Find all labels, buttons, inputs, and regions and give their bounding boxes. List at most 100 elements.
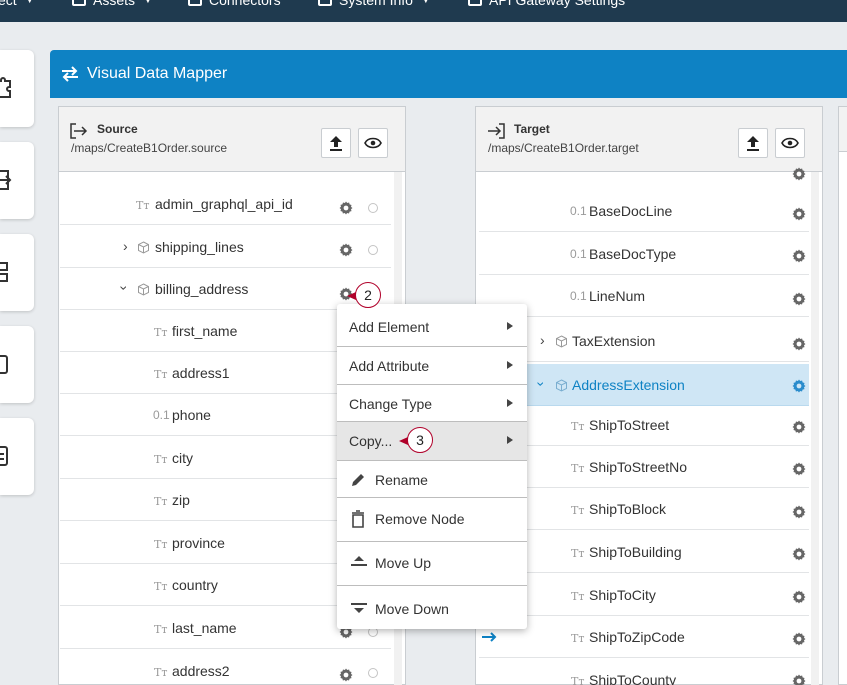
target-row-shiptoblock[interactable]: Tт ShipToBlock	[479, 488, 809, 530]
upload-icon	[747, 136, 759, 151]
tool-button-flow[interactable]	[0, 234, 34, 311]
menu-item-move-down[interactable]: Move Down	[337, 586, 527, 628]
tool-button-import[interactable]	[0, 142, 34, 219]
target-path: /maps/CreateB1Order.target	[488, 141, 639, 155]
gear-icon[interactable]	[791, 673, 807, 685]
top-nav-bar: ect ▼ Assets ▼ Connectors System Info ▼ API…	[0, 0, 847, 22]
source-title: Source	[97, 122, 138, 136]
nav-item-connectors[interactable]: Connectors	[188, 0, 281, 8]
target-scrollbar[interactable]	[811, 172, 819, 685]
gear-icon[interactable]	[791, 589, 807, 605]
menu-item-change-type[interactable]: Change Type	[337, 385, 527, 422]
gear-icon[interactable]	[338, 200, 354, 216]
nav-item-assets[interactable]: Assets ▼	[72, 0, 153, 8]
target-row-shiptozipcode[interactable]: Tт ShipToZipCode	[479, 616, 809, 658]
submenu-arrow-icon	[507, 436, 513, 444]
source-panel-header: Source /maps/CreateB1Order.source	[59, 107, 405, 172]
node-label: ShipToZipCode	[589, 629, 685, 645]
gear-icon[interactable]	[791, 206, 807, 222]
target-row-shiptocity[interactable]: Tт ShipToCity	[479, 574, 809, 616]
target-row-addressextension-selected[interactable]: › AddressExtension	[479, 364, 809, 406]
source-visibility-button[interactable]	[358, 128, 388, 158]
gear-icon[interactable]	[791, 291, 807, 307]
tool-button-calendar[interactable]	[0, 418, 34, 495]
node-label: country	[172, 577, 218, 593]
tool-button-puzzle[interactable]	[0, 50, 34, 127]
assets-icon	[72, 0, 86, 6]
gear-icon[interactable]	[791, 166, 807, 182]
target-row-basedoctype[interactable]: 0.1 BaseDocType	[479, 233, 809, 275]
number-type-icon: 0.1	[570, 289, 587, 303]
trash-icon	[352, 510, 364, 528]
object-cube-icon	[138, 283, 149, 296]
node-label: TaxExtension	[572, 333, 656, 349]
mapping-radio[interactable]	[368, 245, 378, 255]
gear-icon[interactable]	[791, 631, 807, 647]
gear-icon[interactable]	[791, 504, 807, 520]
node-label: admin_graphql_api_id	[155, 196, 293, 212]
nav-item-system-info[interactable]: System Info ▼	[318, 0, 431, 8]
submenu-arrow-icon	[507, 361, 513, 369]
menu-item-add-attribute[interactable]: Add Attribute	[337, 347, 527, 385]
number-type-icon: 0.1	[153, 408, 170, 422]
swap-arrows-icon	[62, 66, 78, 82]
context-menu: Add Element Add Attribute Change Type Co…	[337, 304, 527, 629]
gear-icon[interactable]	[791, 461, 807, 477]
menu-item-add-element[interactable]: Add Element	[337, 308, 527, 346]
text-type-icon: Tт	[571, 590, 585, 603]
mapping-radio[interactable]	[368, 668, 378, 678]
puzzle-icon	[0, 77, 11, 98]
chevron-down-icon[interactable]: ›	[116, 286, 132, 291]
side-panel-edge	[838, 106, 847, 685]
gear-icon[interactable]	[791, 378, 807, 394]
text-type-icon: Tт	[154, 580, 168, 593]
source-upload-button[interactable]	[321, 128, 351, 158]
text-type-icon: Tт	[154, 623, 168, 636]
object-cube-icon	[138, 241, 149, 254]
node-label: zip	[172, 492, 190, 508]
menu-item-remove-node[interactable]: Remove Node	[337, 498, 527, 540]
target-row-taxextension[interactable]: › TaxExtension	[479, 320, 809, 362]
page-title: Visual Data Mapper	[87, 65, 228, 82]
nav-item-project[interactable]: ect ▼	[0, 0, 35, 8]
node-label: address1	[172, 365, 230, 381]
target-upload-button[interactable]	[738, 128, 768, 158]
object-cube-icon	[556, 379, 567, 392]
menu-item-move-up[interactable]: Move Up	[337, 542, 527, 585]
number-type-icon: 0.1	[570, 204, 587, 218]
eye-icon	[781, 137, 799, 149]
import-icon	[0, 170, 12, 190]
tool-button-clipboard[interactable]	[0, 326, 34, 403]
source-path: /maps/CreateB1Order.source	[71, 141, 228, 155]
node-label: AddressExtension	[572, 377, 685, 393]
submenu-arrow-icon	[507, 322, 513, 330]
node-label: ShipToBlock	[589, 501, 667, 517]
target-row-shiptostreet[interactable]: Tт ShipToStreet	[479, 404, 809, 446]
gear-icon[interactable]	[791, 546, 807, 562]
node-label: address2	[172, 663, 230, 679]
chevron-right-icon[interactable]: ›	[123, 238, 128, 254]
text-type-icon: Tт	[571, 547, 585, 560]
target-row-linenum[interactable]: 0.1 LineNum	[479, 275, 809, 317]
target-visibility-button[interactable]	[775, 128, 805, 158]
node-label: ShipToCity	[589, 587, 656, 603]
chevron-down-icon[interactable]: ›	[533, 382, 549, 387]
mapping-radio[interactable]	[368, 203, 378, 213]
gear-icon[interactable]	[791, 419, 807, 435]
gear-icon[interactable]	[791, 248, 807, 264]
node-label: phone	[172, 407, 211, 423]
gear-icon[interactable]	[338, 667, 354, 683]
menu-item-rename[interactable]: Rename	[337, 461, 527, 497]
target-enter-icon	[488, 123, 505, 139]
gear-icon[interactable]	[338, 242, 354, 258]
gear-icon[interactable]	[791, 336, 807, 352]
target-row-basedocline[interactable]: 0.1 BaseDocLine	[479, 190, 809, 232]
node-label: last_name	[172, 620, 237, 636]
target-row-shiptostreetno[interactable]: Tт ShipToStreetNo	[479, 446, 809, 488]
chevron-right-icon[interactable]: ›	[540, 332, 545, 348]
text-type-icon: Tт	[154, 666, 168, 679]
nav-item-api-gateway-settings[interactable]: API Gateway Settings	[468, 0, 625, 8]
target-row-shiptobuilding[interactable]: Tт ShipToBuilding	[479, 531, 809, 573]
target-title: Target	[514, 122, 550, 136]
target-row-shiptocounty[interactable]: Tт ShipToCounty	[479, 659, 809, 685]
